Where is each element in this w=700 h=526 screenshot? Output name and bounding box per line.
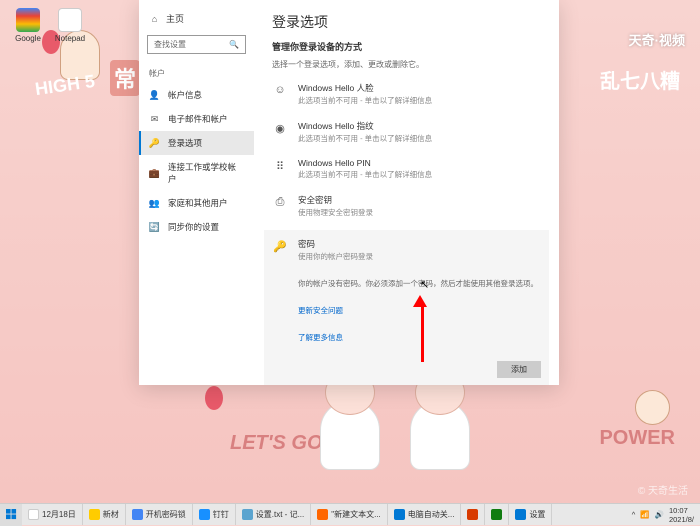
taskbar-item[interactable]: 钉钉 — [193, 504, 236, 525]
powerpoint-icon — [467, 509, 478, 520]
chevron-up-icon[interactable]: ^ — [632, 510, 636, 519]
volume-icon[interactable]: 🔊 — [655, 510, 664, 519]
taskbar-item[interactable]: 设置.txt - 记... — [236, 504, 311, 525]
system-tray[interactable]: ^ 📶 🔊 10:072021/8/ — [626, 506, 700, 524]
pig-character — [400, 370, 480, 470]
key-icon: 🔑 — [149, 138, 160, 149]
nav-signin-options[interactable]: 🔑登录选项 — [139, 131, 254, 155]
home-icon: ⌂ — [149, 13, 160, 24]
option-fingerprint[interactable]: ◉ Windows Hello 指纹此选项当前不可用 - 单击以了解详细信息 — [272, 118, 541, 146]
app-icon — [394, 509, 405, 520]
home-button[interactable]: ⌂主页 — [139, 8, 254, 29]
windows-icon — [6, 509, 17, 520]
section-label: 帐户 — [139, 60, 254, 83]
page-subtitle: 管理你登录设备的方式 — [272, 40, 541, 53]
taskbar-item[interactable] — [461, 504, 485, 525]
briefcase-icon: 💼 — [149, 168, 160, 179]
person-icon: 👤 — [149, 90, 160, 101]
settings-content: 登录选项 管理你登录设备的方式 选择一个登录选项，添加、更改或删除它。 ☺ Wi… — [254, 0, 559, 385]
taskbar-item[interactable]: 电脑自动关... — [388, 504, 462, 525]
nav-work-school[interactable]: 💼连接工作或学校帐户 — [139, 155, 254, 191]
learn-more-link[interactable]: 了解更多信息 — [298, 332, 541, 343]
taskbar-item[interactable] — [485, 504, 509, 525]
mail-icon: ✉ — [149, 114, 160, 125]
calendar-icon — [28, 509, 39, 520]
add-button[interactable]: 添加 — [497, 361, 541, 378]
fingerprint-icon: ◉ — [272, 120, 288, 136]
desktop-icon-chrome[interactable]: Google — [8, 8, 48, 43]
start-button[interactable] — [0, 504, 22, 526]
nav-family[interactable]: 👥家庭和其他用户 — [139, 191, 254, 215]
pig-character — [310, 370, 390, 470]
taskbar: 12月18日 新材 开机密码锁 钉钉 设置.txt - 记... "新建文本文.… — [0, 503, 700, 525]
pin-icon: ⠿ — [272, 158, 288, 174]
option-security-key[interactable]: ⎙ 安全密钥使用物理安全密钥登录 — [272, 192, 541, 220]
desktop-icon-notepad[interactable]: Notepad — [50, 8, 90, 43]
app-icon — [317, 509, 328, 520]
text-decoration: 乱七八糟 — [600, 65, 680, 94]
fist-decoration — [635, 390, 670, 425]
taskbar-item[interactable]: 设置 — [509, 504, 552, 525]
security-questions-link[interactable]: 更新安全问题 — [298, 305, 541, 316]
face-icon: ☺ — [272, 82, 288, 98]
option-password[interactable]: 🔑 密码使用你的帐户密码登录 你的帐户没有密码。你必须添加一个密码，然后才能使用… — [264, 230, 549, 385]
search-input[interactable]: 查找设置🔍 — [147, 35, 246, 54]
option-pin[interactable]: ⠿ Windows Hello PIN此选项当前不可用 - 单击以了解详细信息 — [272, 156, 541, 182]
search-icon: 🔍 — [229, 40, 239, 49]
key-icon: 🔑 — [272, 238, 288, 254]
balloon-decoration — [205, 386, 223, 410]
taskbar-item[interactable]: "新建文本文... — [311, 504, 388, 525]
app-icon — [132, 509, 143, 520]
nav-account-info[interactable]: 👤帐户信息 — [139, 83, 254, 107]
dingtalk-icon — [199, 509, 210, 520]
nav-email[interactable]: ✉电子邮件和帐户 — [139, 107, 254, 131]
settings-sidebar: ⌂主页 查找设置🔍 帐户 👤帐户信息 ✉电子邮件和帐户 🔑登录选项 💼连接工作或… — [139, 0, 254, 385]
usb-icon: ⎙ — [272, 194, 288, 210]
watermark: © 天奇生活 — [638, 482, 688, 497]
option-body-text: 你的帐户没有密码。你必须添加一个密码，然后才能使用其他登录选项。 — [298, 278, 541, 289]
excel-icon — [491, 509, 502, 520]
sync-icon: 🔄 — [149, 222, 160, 233]
text-decoration: POWER — [599, 427, 675, 450]
text-decoration: HIGH 5 — [34, 71, 96, 100]
option-face[interactable]: ☺ Windows Hello 人脸此选项当前不可用 - 单击以了解详细信息 — [272, 80, 541, 108]
network-icon[interactable]: 📶 — [640, 510, 649, 519]
page-title: 登录选项 — [272, 12, 541, 32]
taskbar-item[interactable]: 12月18日 — [22, 504, 83, 525]
settings-window: ⌂主页 查找设置🔍 帐户 👤帐户信息 ✉电子邮件和帐户 🔑登录选项 💼连接工作或… — [139, 0, 559, 385]
notepad-icon — [242, 509, 253, 520]
text-decoration: 常 — [110, 60, 140, 96]
family-icon: 👥 — [149, 198, 160, 209]
watermark: 天奇·视频 — [629, 30, 685, 49]
page-description: 选择一个登录选项，添加、更改或删除它。 — [272, 59, 541, 70]
taskbar-item[interactable]: 开机密码锁 — [126, 504, 193, 525]
nav-sync[interactable]: 🔄同步你的设置 — [139, 215, 254, 239]
folder-icon — [89, 509, 100, 520]
settings-icon — [515, 509, 526, 520]
taskbar-item[interactable]: 新材 — [83, 504, 126, 525]
